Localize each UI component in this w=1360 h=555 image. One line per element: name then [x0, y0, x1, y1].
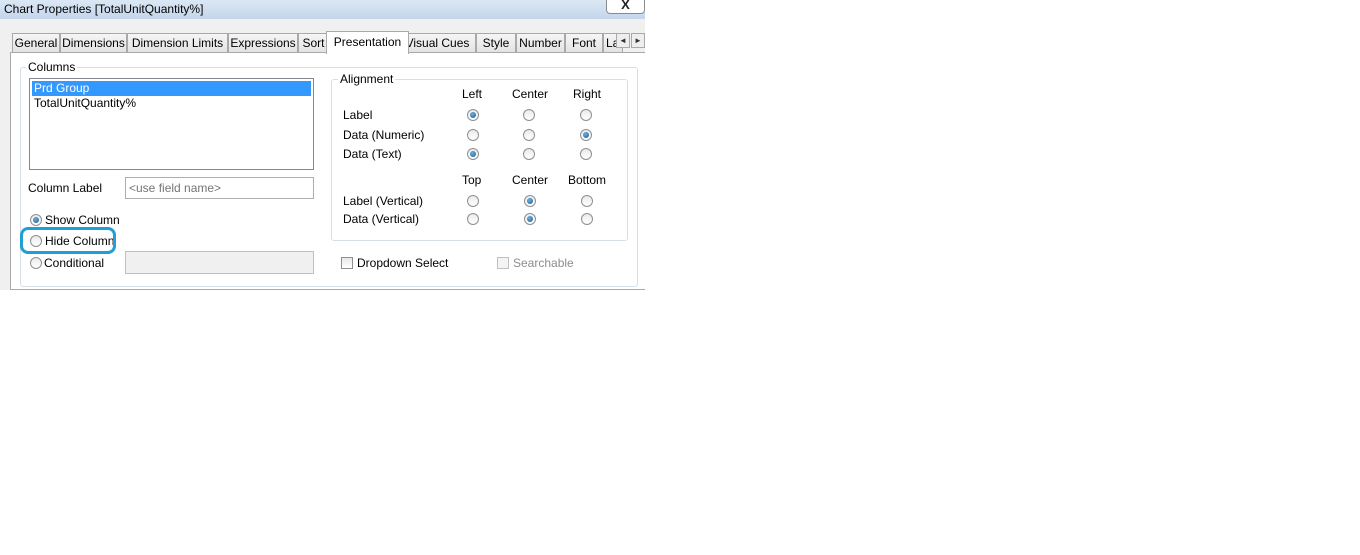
title-bar: Chart Properties [TotalUnitQuantity%]: [0, 0, 645, 19]
tab-scroll-left-icon[interactable]: ◄: [616, 33, 630, 48]
tab-scroll-arrows: ◄ ►: [616, 33, 645, 48]
label-vertical-row-caption: Label (Vertical): [343, 194, 424, 208]
conditional-radio[interactable]: [30, 257, 42, 269]
searchable-checkbox: [497, 257, 509, 269]
chart-properties-dialog: Chart Properties [TotalUnitQuantity%] X …: [0, 0, 645, 290]
column-label-input[interactable]: [125, 177, 314, 199]
data-text-right-radio[interactable]: [580, 148, 592, 160]
tab-expressions[interactable]: Expressions: [228, 33, 298, 52]
data-vertical-bottom-radio[interactable]: [581, 213, 593, 225]
data-vertical-top-radio[interactable]: [467, 213, 479, 225]
label-vertical-center-radio[interactable]: [524, 195, 536, 207]
data-numeric-right-radio[interactable]: [580, 129, 592, 141]
hide-column-highlight: [20, 227, 116, 254]
tab-scroll-right-icon[interactable]: ►: [631, 33, 645, 48]
label-vertical-top-radio[interactable]: [467, 195, 479, 207]
data-numeric-center-radio[interactable]: [523, 129, 535, 141]
data-text-row-caption: Data (Text): [343, 147, 402, 161]
tab-number[interactable]: Number: [516, 33, 565, 52]
tab-strip: General Dimensions Dimension Limits Expr…: [12, 31, 645, 54]
tab-presentation[interactable]: Presentation: [326, 31, 409, 54]
dropdown-select-label[interactable]: Dropdown Select: [357, 256, 448, 270]
dropdown-select-checkbox[interactable]: [341, 257, 353, 269]
header-right: Right: [573, 87, 602, 101]
header-bottom: Bottom: [568, 173, 607, 187]
column-label-caption: Column Label: [28, 181, 103, 195]
data-numeric-left-radio[interactable]: [467, 129, 479, 141]
close-icon: X: [621, 0, 630, 12]
window-title: Chart Properties [TotalUnitQuantity%]: [4, 2, 204, 16]
header-top: Top: [462, 173, 482, 187]
header-center: Center: [512, 87, 549, 101]
label-center-radio[interactable]: [523, 109, 535, 121]
list-item[interactable]: Prd Group: [32, 81, 311, 96]
tab-sort[interactable]: Sort: [298, 33, 329, 52]
show-column-label[interactable]: Show Column: [45, 213, 120, 227]
tab-style[interactable]: Style: [476, 33, 516, 52]
columns-listbox[interactable]: Prd Group TotalUnitQuantity%: [29, 78, 314, 170]
conditional-expression-input: [125, 251, 314, 274]
tab-general[interactable]: General: [12, 33, 60, 52]
columns-group-label: Columns: [26, 60, 78, 74]
tab-visual-cues[interactable]: Visual Cues: [399, 33, 476, 52]
label-left-radio[interactable]: [467, 109, 479, 121]
label-right-radio[interactable]: [580, 109, 592, 121]
label-row-caption: Label: [343, 108, 373, 122]
data-numeric-row-caption: Data (Numeric): [343, 128, 425, 142]
data-vertical-row-caption: Data (Vertical): [343, 212, 420, 226]
label-vertical-bottom-radio[interactable]: [581, 195, 593, 207]
show-column-radio[interactable]: [30, 214, 42, 226]
list-item[interactable]: TotalUnitQuantity%: [32, 96, 311, 111]
searchable-label: Searchable: [513, 256, 574, 270]
tab-font[interactable]: Font: [565, 33, 603, 52]
header-vertical-center: Center: [512, 173, 549, 187]
alignment-group-label: Alignment: [338, 72, 396, 86]
data-text-left-radio[interactable]: [467, 148, 479, 160]
header-left: Left: [462, 87, 483, 101]
data-text-center-radio[interactable]: [523, 148, 535, 160]
tab-dimensions[interactable]: Dimensions: [60, 33, 127, 52]
close-button[interactable]: X: [606, 0, 645, 14]
tab-dimension-limits[interactable]: Dimension Limits: [127, 33, 228, 52]
data-vertical-center-radio[interactable]: [524, 213, 536, 225]
conditional-label[interactable]: Conditional: [44, 256, 104, 270]
